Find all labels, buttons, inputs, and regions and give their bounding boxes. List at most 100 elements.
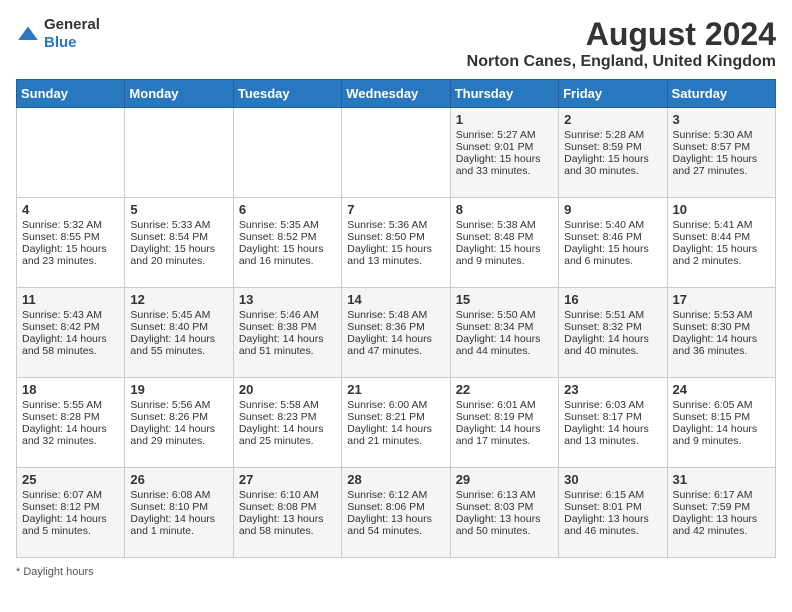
day-number: 12 bbox=[130, 292, 227, 307]
sunrise: Sunrise: 5:50 AM bbox=[456, 309, 536, 321]
daylight: Daylight: 14 hours and 40 minutes. bbox=[564, 333, 649, 357]
sunset: Sunset: 8:15 PM bbox=[673, 411, 751, 423]
sunset: Sunset: 8:06 PM bbox=[347, 501, 425, 513]
sunrise: Sunrise: 6:12 AM bbox=[347, 489, 427, 501]
day-number: 1 bbox=[456, 112, 553, 127]
sunrise: Sunrise: 5:56 AM bbox=[130, 399, 210, 411]
sunrise: Sunrise: 5:53 AM bbox=[673, 309, 753, 321]
sunrise: Sunrise: 5:40 AM bbox=[564, 219, 644, 231]
daylight: Daylight: 14 hours and 44 minutes. bbox=[456, 333, 541, 357]
table-row: 15Sunrise: 5:50 AMSunset: 8:34 PMDayligh… bbox=[450, 288, 558, 378]
col-monday: Monday bbox=[125, 80, 233, 108]
sunrise: Sunrise: 5:41 AM bbox=[673, 219, 753, 231]
daylight: Daylight: 14 hours and 29 minutes. bbox=[130, 423, 215, 447]
sunrise: Sunrise: 5:45 AM bbox=[130, 309, 210, 321]
day-number: 28 bbox=[347, 472, 444, 487]
calendar-table: Sunday Monday Tuesday Wednesday Thursday… bbox=[16, 79, 776, 558]
table-row: 27Sunrise: 6:10 AMSunset: 8:08 PMDayligh… bbox=[233, 468, 341, 558]
sunrise: Sunrise: 5:55 AM bbox=[22, 399, 102, 411]
day-number: 23 bbox=[564, 382, 661, 397]
sunrise: Sunrise: 6:08 AM bbox=[130, 489, 210, 501]
sunset: Sunset: 8:57 PM bbox=[673, 141, 751, 153]
table-row: 11Sunrise: 5:43 AMSunset: 8:42 PMDayligh… bbox=[17, 288, 125, 378]
sunset: Sunset: 8:55 PM bbox=[22, 231, 100, 243]
daylight: Daylight: 14 hours and 5 minutes. bbox=[22, 513, 107, 537]
daylight: Daylight: 15 hours and 20 minutes. bbox=[130, 243, 215, 267]
daylight: Daylight: 14 hours and 13 minutes. bbox=[564, 423, 649, 447]
daylight: Daylight: 14 hours and 32 minutes. bbox=[22, 423, 107, 447]
sunset: Sunset: 8:34 PM bbox=[456, 321, 534, 333]
daylight: Daylight: 13 hours and 46 minutes. bbox=[564, 513, 649, 537]
daylight: Daylight: 14 hours and 25 minutes. bbox=[239, 423, 324, 447]
sunrise: Sunrise: 6:00 AM bbox=[347, 399, 427, 411]
logo: General Blue bbox=[16, 16, 100, 52]
sunrise: Sunrise: 5:46 AM bbox=[239, 309, 319, 321]
sunset: Sunset: 8:19 PM bbox=[456, 411, 534, 423]
day-number: 9 bbox=[564, 202, 661, 217]
table-row: 22Sunrise: 6:01 AMSunset: 8:19 PMDayligh… bbox=[450, 378, 558, 468]
sunrise: Sunrise: 5:30 AM bbox=[673, 129, 753, 141]
sunset: Sunset: 8:21 PM bbox=[347, 411, 425, 423]
logo-blue: Blue bbox=[44, 34, 77, 51]
daylight: Daylight: 13 hours and 42 minutes. bbox=[673, 513, 758, 537]
daylight: Daylight: 13 hours and 58 minutes. bbox=[239, 513, 324, 537]
sunrise: Sunrise: 5:48 AM bbox=[347, 309, 427, 321]
table-row: 1Sunrise: 5:27 AMSunset: 9:01 PMDaylight… bbox=[450, 108, 558, 198]
table-row: 12Sunrise: 5:45 AMSunset: 8:40 PMDayligh… bbox=[125, 288, 233, 378]
sunrise: Sunrise: 5:43 AM bbox=[22, 309, 102, 321]
sunset: Sunset: 8:54 PM bbox=[130, 231, 208, 243]
sunset: Sunset: 8:50 PM bbox=[347, 231, 425, 243]
daylight: Daylight: 14 hours and 1 minute. bbox=[130, 513, 215, 537]
table-row: 13Sunrise: 5:46 AMSunset: 8:38 PMDayligh… bbox=[233, 288, 341, 378]
daylight: Daylight: 15 hours and 23 minutes. bbox=[22, 243, 107, 267]
table-row: 19Sunrise: 5:56 AMSunset: 8:26 PMDayligh… bbox=[125, 378, 233, 468]
sunrise: Sunrise: 6:13 AM bbox=[456, 489, 536, 501]
day-number: 8 bbox=[456, 202, 553, 217]
sunrise: Sunrise: 5:32 AM bbox=[22, 219, 102, 231]
day-number: 4 bbox=[22, 202, 119, 217]
sunrise: Sunrise: 6:05 AM bbox=[673, 399, 753, 411]
table-row: 30Sunrise: 6:15 AMSunset: 8:01 PMDayligh… bbox=[559, 468, 667, 558]
table-row: 14Sunrise: 5:48 AMSunset: 8:36 PMDayligh… bbox=[342, 288, 450, 378]
table-row bbox=[17, 108, 125, 198]
day-number: 30 bbox=[564, 472, 661, 487]
daylight: Daylight: 14 hours and 17 minutes. bbox=[456, 423, 541, 447]
day-number: 18 bbox=[22, 382, 119, 397]
sunset: Sunset: 8:01 PM bbox=[564, 501, 642, 513]
day-number: 29 bbox=[456, 472, 553, 487]
daylight: Daylight: 13 hours and 54 minutes. bbox=[347, 513, 432, 537]
table-row: 7Sunrise: 5:36 AMSunset: 8:50 PMDaylight… bbox=[342, 198, 450, 288]
table-row bbox=[125, 108, 233, 198]
day-number: 26 bbox=[130, 472, 227, 487]
footer-text: Daylight hours bbox=[23, 566, 93, 578]
sunset: Sunset: 8:48 PM bbox=[456, 231, 534, 243]
daylight: Daylight: 15 hours and 13 minutes. bbox=[347, 243, 432, 267]
day-number: 16 bbox=[564, 292, 661, 307]
sunrise: Sunrise: 5:36 AM bbox=[347, 219, 427, 231]
day-number: 6 bbox=[239, 202, 336, 217]
sunset: Sunset: 8:12 PM bbox=[22, 501, 100, 513]
table-row: 31Sunrise: 6:17 AMSunset: 7:59 PMDayligh… bbox=[667, 468, 775, 558]
table-row: 4 Sunrise: 5:32 AMSunset: 8:55 PMDaylight… bbox=[17, 198, 125, 288]
table-row: 24Sunrise: 6:05 AMSunset: 8:15 PMDayligh… bbox=[667, 378, 775, 468]
table-row bbox=[233, 108, 341, 198]
col-saturday: Saturday bbox=[667, 80, 775, 108]
sunset: Sunset: 8:42 PM bbox=[22, 321, 100, 333]
sunrise: Sunrise: 5:51 AM bbox=[564, 309, 644, 321]
daylight: Daylight: 15 hours and 30 minutes. bbox=[564, 153, 649, 177]
daylight: Daylight: 15 hours and 2 minutes. bbox=[673, 243, 758, 267]
sunrise: Sunrise: 5:27 AM bbox=[456, 129, 536, 141]
footer-note: * Daylight hours bbox=[16, 566, 776, 578]
col-tuesday: Tuesday bbox=[233, 80, 341, 108]
col-thursday: Thursday bbox=[450, 80, 558, 108]
sunrise: Sunrise: 6:01 AM bbox=[456, 399, 536, 411]
logo-text: General Blue bbox=[44, 16, 100, 52]
daylight: Daylight: 14 hours and 55 minutes. bbox=[130, 333, 215, 357]
sunset: Sunset: 8:46 PM bbox=[564, 231, 642, 243]
day-number: 13 bbox=[239, 292, 336, 307]
page-header: General Blue August 2024 Norton Canes, E… bbox=[16, 16, 776, 71]
title-block: August 2024 Norton Canes, England, Unite… bbox=[467, 16, 776, 71]
daylight: Daylight: 14 hours and 47 minutes. bbox=[347, 333, 432, 357]
table-row: 3Sunrise: 5:30 AMSunset: 8:57 PMDaylight… bbox=[667, 108, 775, 198]
calendar-body: 1Sunrise: 5:27 AMSunset: 9:01 PMDaylight… bbox=[17, 108, 776, 558]
